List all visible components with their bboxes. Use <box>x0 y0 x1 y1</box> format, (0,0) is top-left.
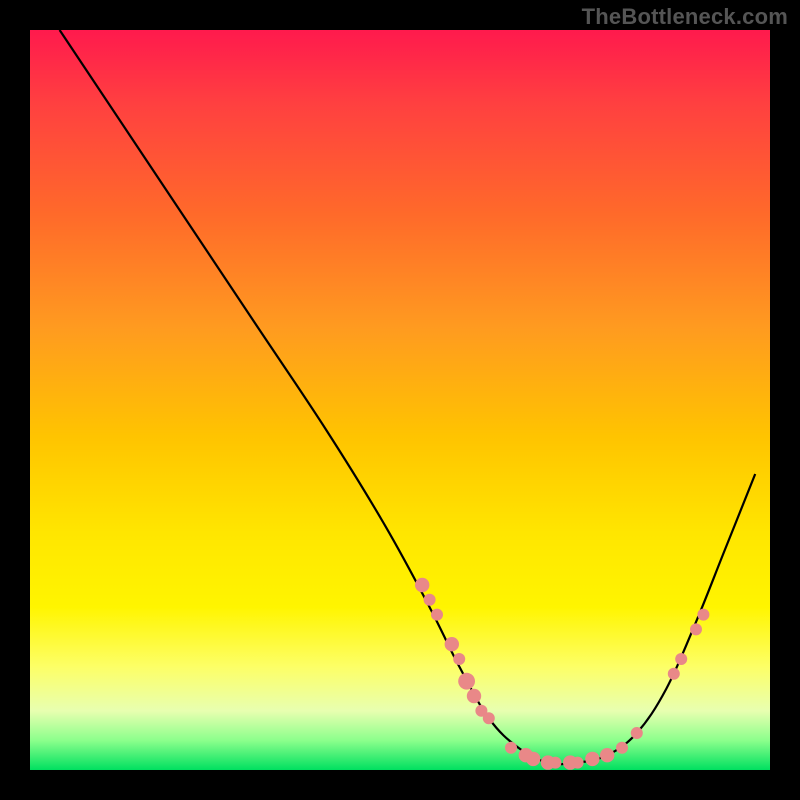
curve-marker <box>445 637 459 651</box>
curve-svg <box>30 30 770 770</box>
curve-marker <box>431 609 443 621</box>
curve-marker <box>453 653 465 665</box>
curve-marker <box>690 623 702 635</box>
curve-marker <box>505 742 517 754</box>
curve-marker <box>616 742 628 754</box>
curve-marker <box>483 712 495 724</box>
bottleneck-curve <box>60 30 756 764</box>
curve-marker <box>549 757 561 769</box>
curve-marker <box>631 727 643 739</box>
curve-marker <box>585 752 599 766</box>
plot-area <box>30 30 770 770</box>
curve-marker <box>526 752 540 766</box>
curve-marker <box>424 594 436 606</box>
chart-frame: TheBottleneck.com <box>0 0 800 800</box>
curve-marker <box>415 578 429 592</box>
curve-marker <box>668 668 680 680</box>
curve-marker <box>467 689 481 703</box>
curve-marker <box>675 653 687 665</box>
curve-markers <box>415 578 709 770</box>
curve-marker <box>458 673 475 690</box>
curve-marker <box>697 609 709 621</box>
curve-marker <box>572 757 584 769</box>
curve-marker <box>600 748 614 762</box>
attribution-text: TheBottleneck.com <box>582 4 788 30</box>
